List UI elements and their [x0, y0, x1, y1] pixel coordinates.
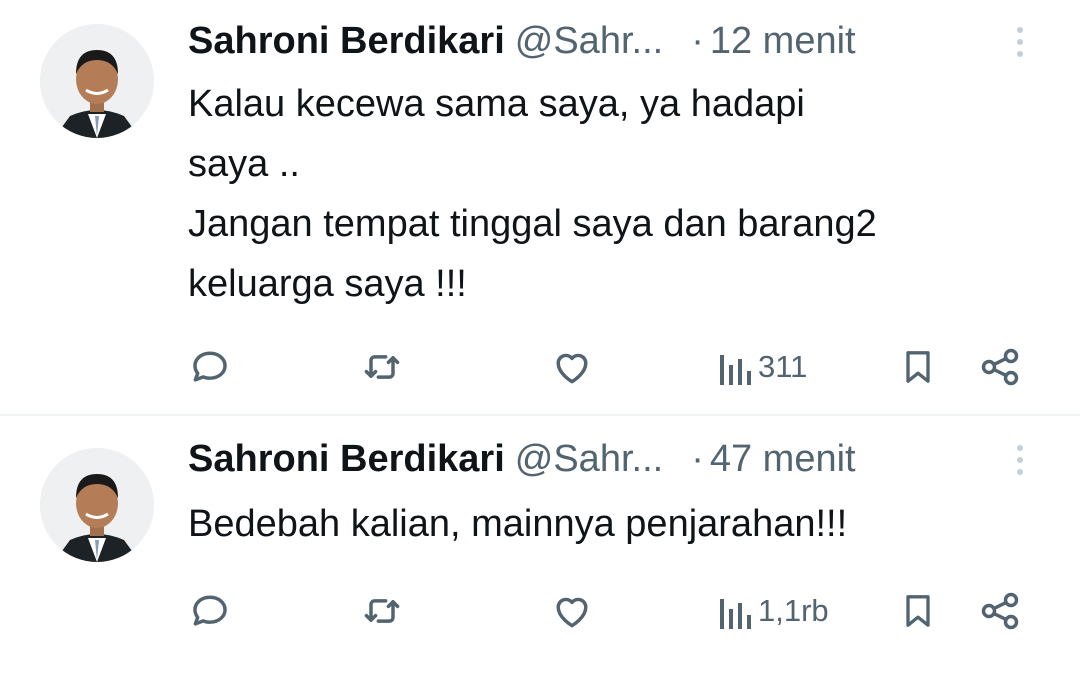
- action-bar: 311: [188, 342, 1040, 392]
- tweet-text: Bedebah kalian, mainnya penjarahan!!!: [188, 494, 1040, 554]
- reply-button[interactable]: [188, 586, 232, 636]
- views-icon: [720, 599, 751, 629]
- tweet-text: Kalau kecewa sama saya, ya hadapi saya .…: [188, 74, 1040, 314]
- author-name[interactable]: Sahroni Berdikari: [188, 20, 505, 63]
- retweet-button[interactable]: [360, 586, 404, 636]
- timestamp[interactable]: 12 menit: [710, 20, 856, 63]
- tweet[interactable]: Sahroni Berdikari @Sahr... · 12 menit Ka…: [0, 0, 1080, 416]
- tweet-text-line: Kalau kecewa sama saya, ya hadapi: [188, 83, 805, 125]
- more-icon[interactable]: [1000, 438, 1040, 482]
- reply-icon: [193, 595, 227, 626]
- like-icon: [556, 597, 588, 628]
- avatar-image: [40, 24, 154, 138]
- retweet-button[interactable]: [360, 342, 404, 392]
- bookmark-button[interactable]: [898, 342, 938, 392]
- like-button[interactable]: [550, 586, 594, 636]
- views-button[interactable]: 311: [718, 342, 807, 392]
- share-icon: [981, 348, 1019, 386]
- action-bar: 1,1rb: [188, 586, 1040, 636]
- retweet-icon: [364, 599, 400, 623]
- tweet-text-line: Jangan tempat tinggal saya dan barang2: [188, 203, 877, 245]
- like-button[interactable]: [550, 342, 594, 392]
- tweet-text-line: Bedebah kalian, mainnya penjarahan!!!: [188, 503, 848, 545]
- share-icon: [981, 592, 1019, 630]
- more-icon[interactable]: [1000, 20, 1040, 64]
- bookmark-icon: [906, 351, 930, 383]
- tweet-text-line: keluarga saya !!!: [188, 263, 467, 305]
- tweet[interactable]: Sahroni Berdikari @Sahr... · 47 menit Be…: [0, 416, 1080, 679]
- reply-icon: [193, 351, 227, 382]
- author-handle[interactable]: @Sahr...: [515, 20, 663, 63]
- tweet-text-line: saya ..: [188, 143, 300, 185]
- avatar-image: [40, 448, 154, 562]
- bookmark-button[interactable]: [898, 586, 938, 636]
- like-icon: [556, 353, 588, 384]
- bookmark-icon: [906, 595, 930, 627]
- share-button[interactable]: [978, 586, 1022, 636]
- reply-button[interactable]: [188, 342, 232, 392]
- retweet-icon: [364, 355, 400, 379]
- views-count: 311: [758, 349, 808, 384]
- views-count: 1,1rb: [758, 593, 829, 628]
- author-handle[interactable]: @Sahr...: [515, 438, 663, 481]
- tweet-header: Sahroni Berdikari @Sahr... · 12 menit: [188, 16, 1040, 66]
- avatar[interactable]: [40, 448, 154, 562]
- views-icon: [720, 355, 751, 385]
- views-button[interactable]: 1,1rb: [718, 586, 829, 636]
- author-name[interactable]: Sahroni Berdikari: [188, 438, 505, 481]
- avatar[interactable]: [40, 24, 154, 138]
- timestamp[interactable]: 47 menit: [710, 438, 856, 481]
- tweet-header: Sahroni Berdikari @Sahr... · 47 menit: [188, 434, 1040, 484]
- separator-dot: ·: [691, 19, 704, 62]
- share-button[interactable]: [978, 342, 1022, 392]
- separator-dot: ·: [691, 437, 704, 480]
